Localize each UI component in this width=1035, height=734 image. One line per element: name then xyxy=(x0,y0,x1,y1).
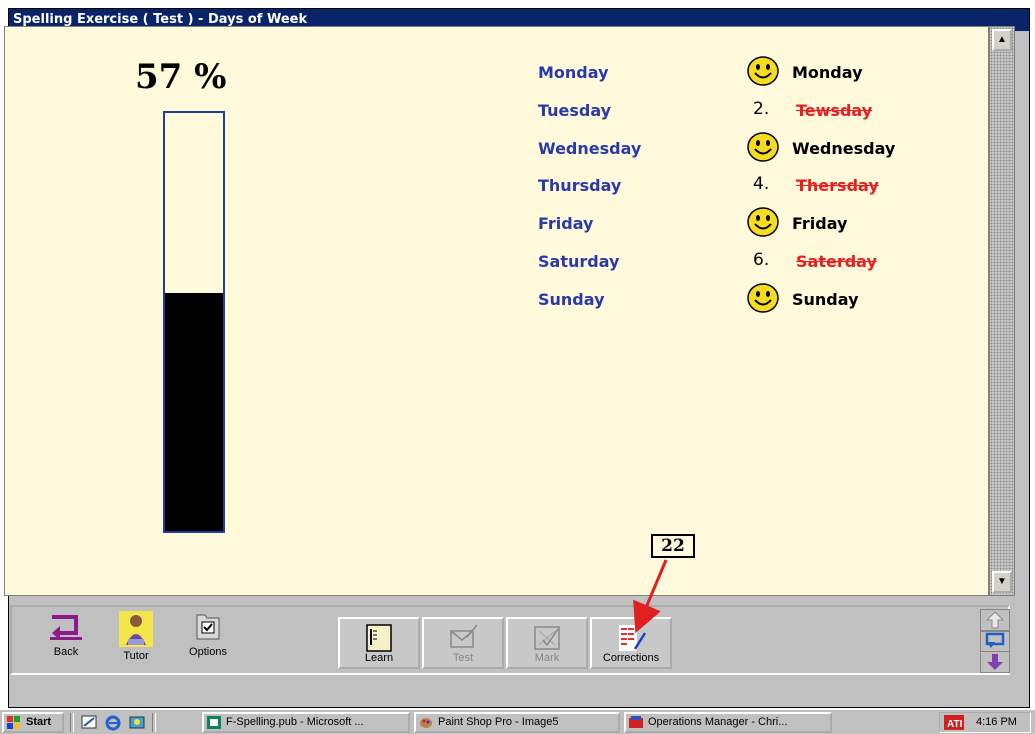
task-publisher-label: F-Spelling.pub - Microsoft ... xyxy=(226,716,364,728)
test-envelope-icon xyxy=(450,624,478,648)
question-word: Tuesday xyxy=(538,101,612,120)
question-word: Wednesday xyxy=(538,139,642,158)
back-button[interactable]: Back xyxy=(40,611,92,658)
mark-button[interactable]: Mark xyxy=(506,617,588,669)
score-gauge xyxy=(163,111,225,533)
corrections-label: Corrections xyxy=(602,652,660,664)
scroll-up-button[interactable]: ▲ xyxy=(992,29,1012,51)
smiley-icon xyxy=(747,132,779,162)
tutor-person-icon xyxy=(119,611,153,647)
question-word: Friday xyxy=(538,214,594,233)
correct-response: Wednesday xyxy=(792,139,896,158)
taskbar-divider xyxy=(70,713,74,732)
wrong-answer-number: 6. xyxy=(753,250,770,270)
tutor-button[interactable]: Tutor xyxy=(112,611,160,662)
question-word: Saturday xyxy=(538,252,620,271)
ati-tray-icon[interactable]: ATI xyxy=(944,715,964,730)
svg-text:ATI: ATI xyxy=(947,719,963,730)
back-label: Back xyxy=(53,646,79,658)
options-button[interactable]: Options xyxy=(180,611,236,658)
task-paintshop[interactable]: Paint Shop Pro - Image5 xyxy=(414,712,620,733)
start-button[interactable]: Start xyxy=(2,712,64,733)
nav-up-button[interactable] xyxy=(980,609,1010,631)
corrections-button[interactable]: Corrections xyxy=(590,617,672,669)
learn-label: Learn xyxy=(364,652,394,664)
annotation-label: 22 xyxy=(651,534,695,558)
smiley-icon xyxy=(747,207,779,237)
incorrect-response: Thersday xyxy=(796,176,879,195)
quicklaunch-channels-icon[interactable] xyxy=(128,714,146,731)
return-arrow-icon xyxy=(985,632,1005,648)
mark-label: Mark xyxy=(534,652,560,664)
taskbar: Start F-Spelling.pub - Microsoft ... Pai… xyxy=(0,708,1035,734)
wrong-answer-number: 2. xyxy=(753,99,770,119)
test-button[interactable]: Test xyxy=(422,617,504,669)
down-arrow-icon xyxy=(987,654,1003,670)
mark-check-icon xyxy=(534,626,560,650)
clock: 4:16 PM xyxy=(976,716,1017,728)
tutor-label: Tutor xyxy=(123,650,149,662)
options-checkbox-icon xyxy=(196,614,220,640)
nav-down-button[interactable] xyxy=(980,651,1010,673)
score-percent: 57 % xyxy=(135,57,227,97)
wrong-answer-number: 4. xyxy=(753,174,770,194)
taskbar-divider-2 xyxy=(152,713,156,732)
windows-logo-icon xyxy=(7,716,20,729)
correct-response: Monday xyxy=(792,63,863,82)
score-gauge-fill xyxy=(165,292,223,531)
quicklaunch-desktop-icon[interactable] xyxy=(80,714,98,731)
task-operations-manager-label: Operations Manager - Chri... xyxy=(648,716,788,728)
up-arrow-icon xyxy=(985,611,1005,629)
back-arrow-icon xyxy=(50,615,82,640)
test-label: Test xyxy=(452,652,474,664)
start-label: Start xyxy=(26,716,52,728)
task-operations-manager[interactable]: Operations Manager - Chri... xyxy=(624,712,832,733)
quicklaunch-ie-icon[interactable] xyxy=(104,714,122,731)
operations-manager-app-icon xyxy=(629,716,643,728)
task-publisher[interactable]: F-Spelling.pub - Microsoft ... xyxy=(202,712,410,733)
vertical-scrollbar[interactable]: ▲ ▼ xyxy=(989,26,1015,596)
nav-return-button[interactable] xyxy=(980,631,1010,653)
toolbar-panel: Back Tutor Options Learn Test Mark Corre… xyxy=(10,605,1010,675)
question-word: Sunday xyxy=(538,290,605,309)
system-tray: ATI 4:16 PM xyxy=(939,712,1031,733)
publisher-app-icon xyxy=(207,716,221,729)
question-word: Monday xyxy=(538,63,609,82)
question-word: Thursday xyxy=(538,176,622,195)
incorrect-response: Saterday xyxy=(796,252,877,271)
paintshop-app-icon xyxy=(420,718,432,728)
task-paintshop-label: Paint Shop Pro - Image5 xyxy=(438,716,559,728)
incorrect-response: Tewsday xyxy=(796,101,873,120)
exercise-area: 57 % Monday Monday Tuesday 2. Tewsday Wednesd… xyxy=(4,26,989,596)
scroll-down-button[interactable]: ▼ xyxy=(992,571,1012,593)
correct-response: Friday xyxy=(792,214,848,233)
learn-button[interactable]: Learn xyxy=(338,617,420,669)
learn-book-icon xyxy=(366,624,392,652)
corrections-list-icon xyxy=(619,625,647,651)
correct-response: Sunday xyxy=(792,290,859,309)
smiley-icon xyxy=(747,56,779,86)
options-label: Options xyxy=(189,646,227,658)
smiley-icon xyxy=(747,283,779,313)
